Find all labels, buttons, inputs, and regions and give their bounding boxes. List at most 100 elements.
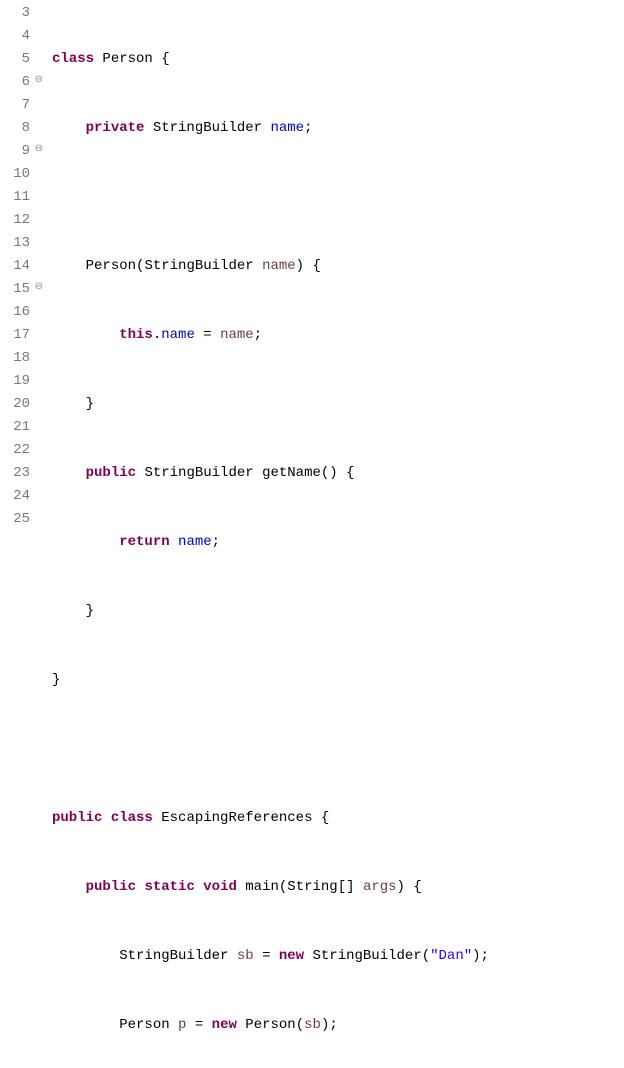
paren: ( [279,879,287,895]
type-name: Person [102,51,152,67]
brace: { [321,810,329,826]
line-number: 12 [0,209,30,232]
line-number-gutter: 3456⊖789⊖101112131415⊖161718192021222324… [0,2,34,1068]
equals: = [195,1017,203,1033]
punct [153,810,161,826]
line-number: 20 [0,393,30,416]
semicolon: ; [212,534,220,550]
field-name: name [178,534,212,550]
punct [136,879,144,895]
line-number: 5 [0,48,30,71]
fold-icon[interactable]: ⊖ [32,76,43,87]
param-name: name [262,258,296,274]
paren: ) [321,1017,329,1033]
paren: ) [329,465,337,481]
code-line: public StringBuilder getName() { [52,462,497,485]
punct [254,948,262,964]
keyword: void [203,879,237,895]
punct [153,51,161,67]
type-name: Person [119,1017,169,1033]
punct [195,327,203,343]
code-line: private StringBuilder name; [52,117,497,140]
code-editor: 3456⊖789⊖101112131415⊖161718192021222324… [0,0,624,1068]
constructor-name: Person [86,258,136,274]
code-area: class Person { private StringBuilder nam… [34,2,497,1068]
keyword: public [86,879,136,895]
punct [170,534,178,550]
line-number: 7 [0,94,30,117]
fold-icon[interactable]: ⊖ [32,145,43,156]
line-number: 19 [0,370,30,393]
line-number: 18 [0,347,30,370]
punct [228,948,236,964]
punct [170,1017,178,1033]
brace: { [346,465,354,481]
line-number: 25 [0,508,30,531]
code-line: public class EscapingReferences { [52,807,497,830]
punct [237,1017,245,1033]
type-name: String [287,879,337,895]
line-number: 24 [0,485,30,508]
code-line [52,738,497,761]
punct [144,120,152,136]
brace: } [52,672,60,688]
punct [186,1017,194,1033]
brace: } [86,603,94,619]
punct [254,465,262,481]
var-name: name [220,327,254,343]
paren: ( [422,948,430,964]
punct [355,879,363,895]
code-line: Person p = new Person(sb); [52,1014,497,1037]
keyword: public [86,465,136,481]
line-number: 6⊖ [0,71,30,94]
punct [195,879,203,895]
line-number: 11 [0,186,30,209]
paren: ( [296,1017,304,1033]
punct [270,948,278,964]
dot: . [153,327,161,343]
brace: { [161,51,169,67]
type-name: StringBuilder [153,120,262,136]
paren: ) [397,879,405,895]
equals: = [203,327,211,343]
keyword: public [52,810,102,826]
line-number: 13 [0,232,30,255]
keyword: new [212,1017,237,1033]
type-name: StringBuilder [119,948,228,964]
string-literal: "Dan" [430,948,472,964]
line-number: 10 [0,163,30,186]
keyword: static [144,879,194,895]
bracket: ] [346,879,354,895]
bracket: [ [338,879,346,895]
punct [304,948,312,964]
type-name: StringBuilder [144,465,253,481]
code-line: } [52,669,497,692]
punct [102,810,110,826]
field-name: name [270,120,304,136]
brace: { [312,258,320,274]
code-line: class Person { [52,48,497,71]
punct [312,810,320,826]
paren: ) [472,948,480,964]
fold-icon[interactable]: ⊖ [32,283,43,294]
field-name: name [161,327,195,343]
equals: = [262,948,270,964]
line-number: 15⊖ [0,278,30,301]
line-number: 21 [0,416,30,439]
code-line: StringBuilder sb = new StringBuilder("Da… [52,945,497,968]
line-number: 17 [0,324,30,347]
keyword: class [111,810,153,826]
line-number: 8 [0,117,30,140]
line-number: 3 [0,2,30,25]
code-line: } [52,600,497,623]
punct [203,1017,211,1033]
line-number: 23 [0,462,30,485]
keyword: this [119,327,153,343]
code-line: Person(StringBuilder name) { [52,255,497,278]
brace: { [413,879,421,895]
type-name: StringBuilder [313,948,422,964]
punct [212,327,220,343]
var-name: sb [304,1017,321,1033]
brace: } [86,396,94,412]
punct [338,465,346,481]
